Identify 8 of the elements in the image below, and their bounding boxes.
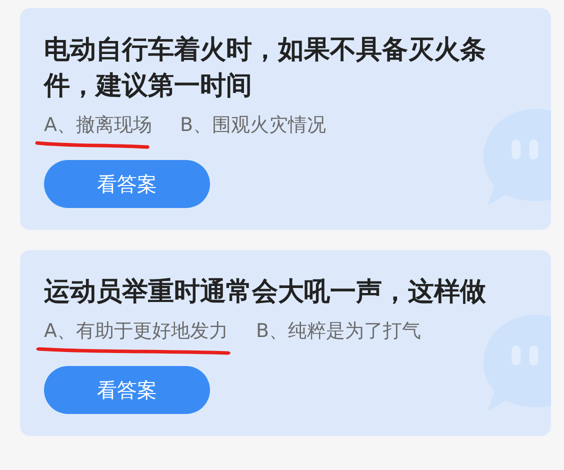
view-answer-button[interactable]: 看答案 xyxy=(44,160,210,208)
answer-option: A、有助于更好地发力 xyxy=(44,320,228,342)
question-text: 电动自行车着火时，如果不具备灭火条件，建议第一时间 xyxy=(44,34,487,103)
answer-option: B、围观火灾情况 xyxy=(180,110,326,140)
answer-option: B、纯粹是为了打气 xyxy=(256,316,422,346)
answer-option: A、撤离现场 xyxy=(44,114,152,136)
view-answer-button[interactable]: 看答案 xyxy=(44,366,210,414)
question-text: 运动员举重时通常会大吼一声，这样做 xyxy=(44,276,487,309)
